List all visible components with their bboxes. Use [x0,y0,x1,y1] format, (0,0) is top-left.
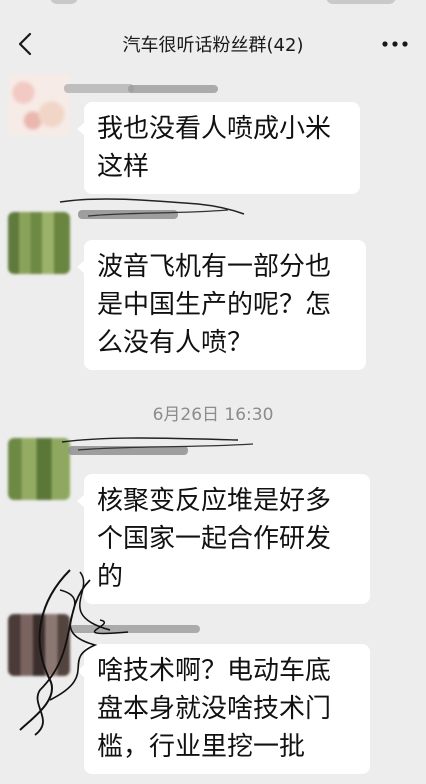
message-bubble: 波音飞机有一部分也 是中国生产的呢？怎 么没有人喷？ [77,240,366,370]
sender-nickname-redacted [70,622,230,636]
more-button[interactable] [378,28,412,60]
message-timestamp: 6月26日 16:30 [152,405,274,425]
avatar[interactable] [8,614,70,676]
chat-screen: 汽车很听话粉丝群(42) 我也没看人喷成小米 这样 波音飞机有一部分也 是中国生… [0,0,426,784]
more-dots-icon [382,41,408,47]
nav-bar: 汽车很听话粉丝群(42) [0,18,426,70]
sender-nickname-redacted [58,436,258,455]
sender-nickname-redacted [64,82,224,96]
status-indicators [326,0,396,4]
message-bubble: 核聚变反应堆是好多 个国家一起合作研发 的 [77,474,370,604]
status-bar [0,0,426,18]
sender-nickname-redacted [58,198,248,219]
chevron-left-icon [18,32,32,56]
avatar[interactable] [8,74,70,136]
status-time [50,0,78,4]
message-bubble: 我也没看人喷成小米 这样 [77,102,360,194]
back-button[interactable] [10,26,40,62]
chat-title: 汽车很听话粉丝群(42) [122,35,304,56]
message-bubble: 啥技术啊？电动车底 盘本身就没啥技术门 槛，行业里挖一批 [77,644,370,774]
